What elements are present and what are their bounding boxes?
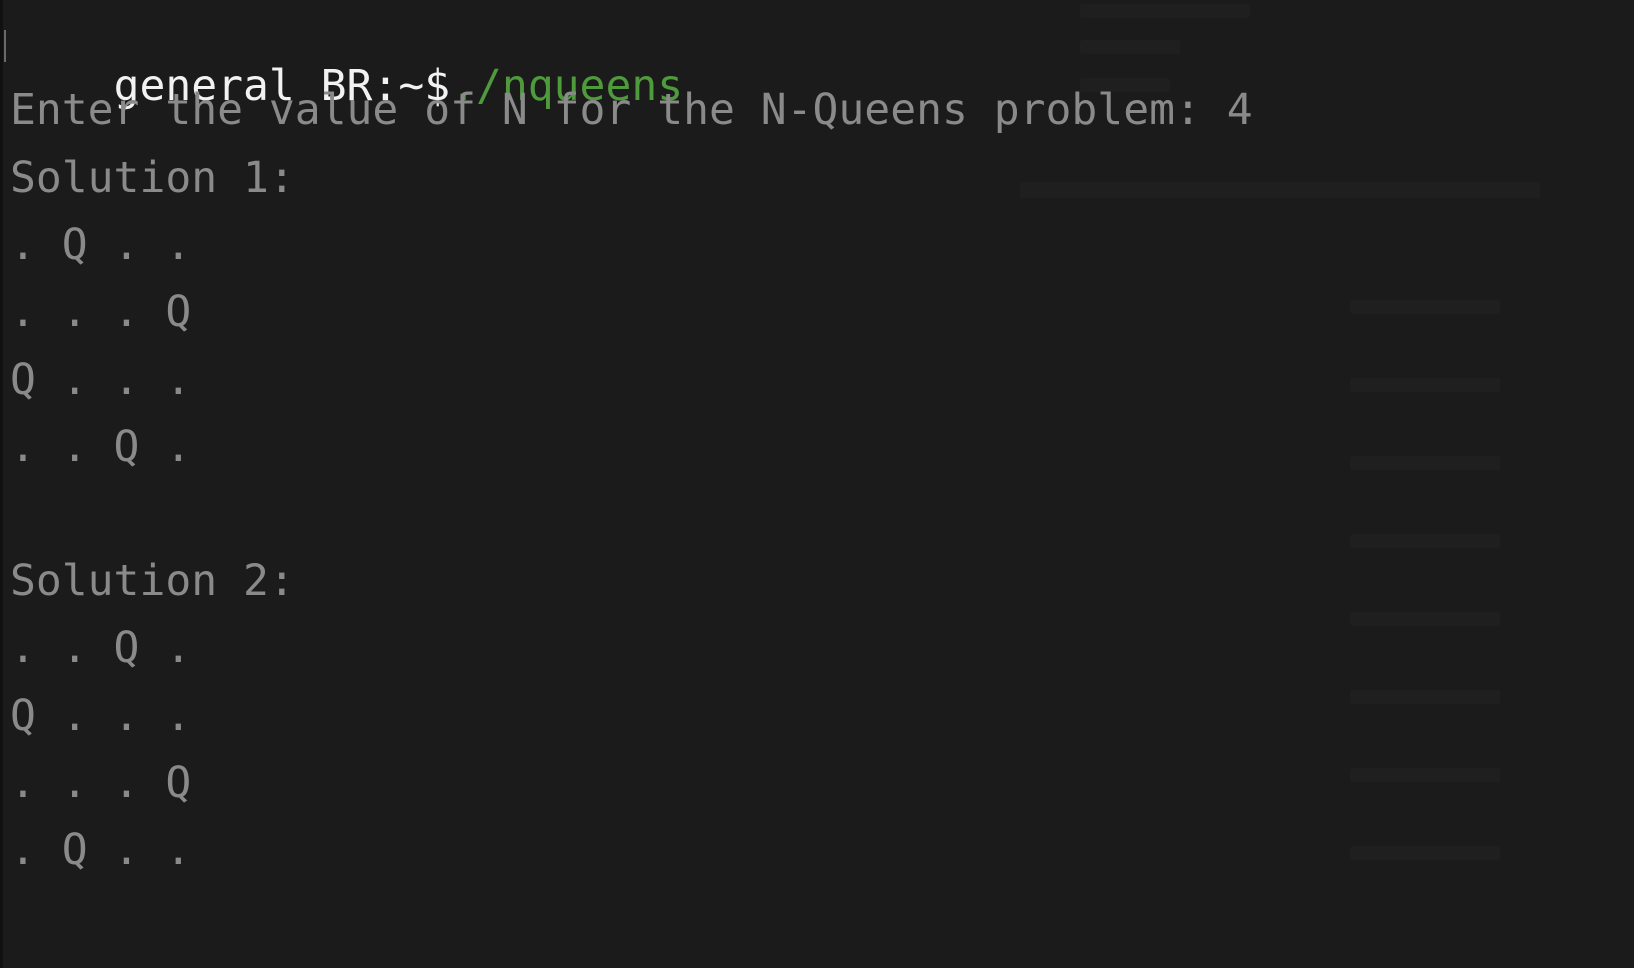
board-row: Q . . . — [10, 355, 192, 405]
background-ghost — [1350, 768, 1500, 782]
board-row: . Q . . — [10, 825, 192, 875]
background-ghost — [1350, 456, 1500, 470]
input-prompt-line: Enter the value of N for the N-Queens pr… — [10, 85, 1253, 135]
background-ghost — [1350, 534, 1500, 548]
terminal-window[interactable]: general BR:~$./nqueens Enter the value o… — [0, 0, 1634, 968]
background-ghost — [1350, 378, 1500, 392]
background-ghost — [1080, 40, 1180, 54]
background-ghost — [1350, 612, 1500, 626]
board-row: . . Q . — [10, 422, 192, 472]
background-ghost — [1350, 690, 1500, 704]
background-ghost — [1020, 182, 1540, 198]
text-cursor — [4, 30, 6, 62]
solution-label: Solution 2: — [10, 556, 295, 606]
solution-label: Solution 1: — [10, 153, 295, 203]
board-row: . . . Q — [10, 758, 192, 808]
background-ghost — [1350, 846, 1500, 860]
board-row: . . Q . — [10, 623, 192, 673]
window-edge — [0, 0, 3, 968]
board-row: . Q . . — [10, 220, 192, 270]
board-row: . . . Q — [10, 287, 192, 337]
background-ghost — [1350, 300, 1500, 314]
background-ghost — [1080, 4, 1250, 18]
board-row: Q . . . — [10, 691, 192, 741]
